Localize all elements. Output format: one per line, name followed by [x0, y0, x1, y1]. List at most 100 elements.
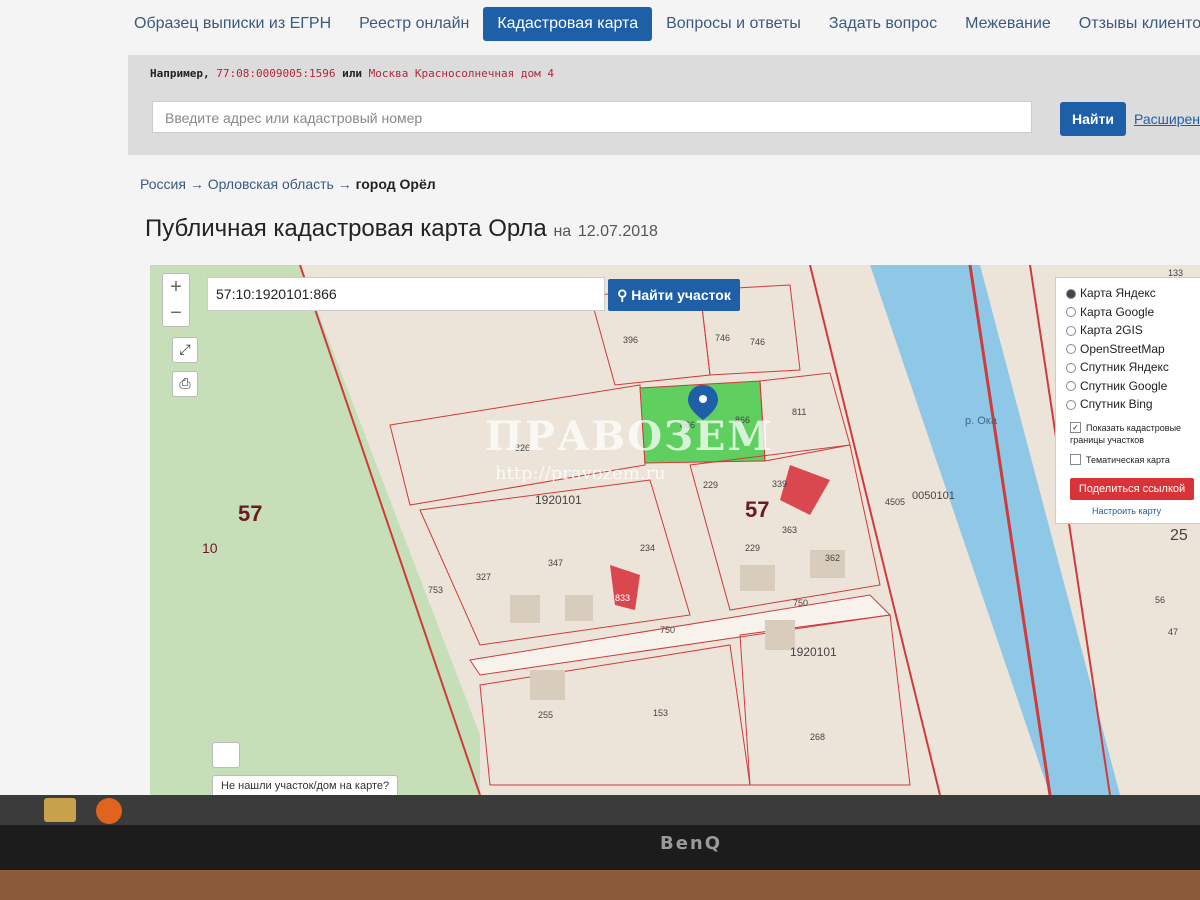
not-found-button[interactable]: Не нашли участок/дом на карте?: [212, 775, 399, 795]
parcel-label: 347: [548, 558, 564, 568]
map-canvas[interactable]: [150, 265, 1200, 795]
parcel-label: 363: [782, 525, 798, 535]
find-button[interactable]: Найти: [1060, 102, 1126, 136]
layer-label: Карта 2GIS: [1080, 323, 1143, 337]
thematic-map-checkbox[interactable]: Тематическая карта: [1056, 453, 1200, 466]
parcel-label: 327: [476, 572, 492, 582]
setup-map-link[interactable]: Настроить карту: [1092, 506, 1161, 516]
layer-option-yandex-satellite[interactable]: Спутник Яндекс: [1056, 358, 1200, 377]
firefox-icon[interactable]: [96, 798, 122, 824]
nav-item-land-survey[interactable]: Межевание: [951, 7, 1065, 41]
parcel-label: 56: [1155, 595, 1166, 605]
share-link-button[interactable]: Поделиться ссылкой: [1070, 478, 1194, 500]
page-title: Публичная кадастровая карта Орла на 12.0…: [145, 215, 658, 243]
show-borders-checkbox[interactable]: ✓ Показать кадастровые границы участков: [1056, 421, 1200, 446]
layer-switcher: Карта Яндекс Карта Google Карта 2GIS Ope…: [1055, 277, 1200, 524]
parcel-label: 396: [623, 335, 639, 345]
search-panel: Например, 77:08:0009005:1596 или Москва …: [128, 55, 1200, 155]
search-icon: ⚲: [617, 287, 628, 303]
layer-option-yandex-map[interactable]: Карта Яндекс: [1056, 284, 1200, 303]
layer-label: Карта Яндекс: [1080, 286, 1156, 300]
breadcrumb-arrow: →: [337, 176, 352, 192]
layer-option-osm[interactable]: OpenStreetMap: [1056, 340, 1200, 359]
parcel-label: 746: [750, 337, 766, 347]
cadastral-map[interactable]: 57 10 57 396 746 746 811 826 866 866 229…: [150, 265, 1200, 795]
breadcrumb-arrow: →: [189, 176, 204, 192]
radio-icon: [1066, 381, 1076, 392]
parcel-label: 47: [1168, 627, 1179, 637]
radio-icon: [1066, 344, 1076, 355]
nav-item-registry-online[interactable]: Реестр онлайн: [345, 7, 483, 41]
building: [565, 595, 593, 621]
parcel-label: 268: [810, 732, 826, 742]
nav-item-ask-question[interactable]: Задать вопрос: [815, 7, 951, 41]
building: [510, 595, 540, 623]
layer-option-google-map[interactable]: Карта Google: [1056, 303, 1200, 322]
example-address: Москва Красносолнечная дом 4: [368, 67, 555, 80]
nav-item-egrn-sample[interactable]: Образец выписки из ЕГРН: [120, 7, 345, 41]
parcel-label: 1920101: [790, 645, 837, 659]
find-parcel-button[interactable]: ⚲ Найти участок: [608, 279, 740, 311]
fullscreen-icon[interactable]: ⤢: [172, 337, 198, 363]
street-label: 750: [660, 625, 676, 635]
parcel-label: 811: [792, 407, 807, 417]
print-icon[interactable]: ⎙: [172, 371, 198, 397]
river-label: р. Ока: [965, 415, 997, 427]
browser-screen: Образец выписки из ЕГРН Реестр онлайн Ка…: [0, 0, 1200, 795]
building-red: [780, 465, 830, 515]
parcel-label: 234: [640, 543, 656, 553]
nav-item-faq[interactable]: Вопросы и ответы: [652, 7, 815, 41]
parcel-label: 746: [715, 333, 731, 343]
page-title-date-prefix: на: [553, 223, 572, 240]
parcel-label: 0050101: [912, 490, 955, 502]
building-red: [610, 565, 640, 610]
parcel-label: 362: [825, 553, 841, 563]
monitor-brand: BenQ: [660, 833, 723, 854]
folder-icon[interactable]: [44, 798, 76, 822]
example-number: 77:08:0009005:1596: [216, 67, 336, 80]
example-prefix: Например,: [150, 67, 210, 80]
layer-label: Спутник Яндекс: [1080, 360, 1169, 374]
show-borders-label: Показать кадастровые границы участков: [1070, 422, 1182, 445]
radio-icon: [1066, 362, 1076, 373]
desk: [0, 870, 1200, 900]
thematic-map-label: Тематическая карта: [1086, 454, 1170, 465]
checkbox-checked-icon: ✓: [1070, 421, 1081, 433]
layer-option-bing-satellite[interactable]: Спутник Bing: [1056, 395, 1200, 414]
extended-search-link[interactable]: Расширен: [1134, 111, 1200, 127]
layer-option-2gis[interactable]: Карта 2GIS: [1056, 321, 1200, 340]
parcel-label: 4505: [885, 497, 906, 507]
zoom-out-button[interactable]: −: [163, 300, 189, 326]
radio-icon: [1066, 399, 1076, 410]
breadcrumb-country[interactable]: Россия: [140, 176, 186, 192]
breadcrumb-city: город Орёл: [355, 176, 436, 192]
breadcrumb-region[interactable]: Орловская область: [208, 176, 334, 192]
find-parcel-label: Найти участок: [631, 287, 731, 303]
address-search-input[interactable]: Введите адрес или кадастровый номер: [152, 101, 1032, 133]
example-or: или: [342, 67, 362, 80]
radio-icon: [1066, 325, 1076, 336]
nav-item-cadastral-map[interactable]: Кадастровая карта: [483, 7, 653, 41]
zoom-control: + −: [162, 273, 190, 327]
map-quarter-label: 57: [238, 501, 263, 526]
map-quarter-label: 57: [745, 497, 770, 522]
taskbar: [0, 795, 1200, 825]
parcel-label: 339: [772, 479, 788, 489]
radio-icon: [1066, 307, 1076, 318]
street-label: 753: [428, 585, 444, 595]
parcel-label: 25: [1170, 527, 1188, 544]
page-title-text: Публичная кадастровая карта Орла: [145, 215, 547, 242]
layer-label: OpenStreetMap: [1080, 341, 1165, 356]
map-district-label: 10: [202, 540, 218, 556]
layer-option-google-satellite[interactable]: Спутник Google: [1056, 377, 1200, 396]
layers-icon[interactable]: [212, 742, 240, 768]
zoom-in-button[interactable]: +: [163, 274, 189, 300]
search-example: Например, 77:08:0009005:1596 или Москва …: [150, 67, 554, 80]
checkbox-icon: [1070, 453, 1081, 465]
page-title-date: 12.07.2018: [577, 223, 658, 240]
layer-label: Спутник Bing: [1080, 397, 1153, 411]
cadastral-number-input[interactable]: 57:10:1920101:866: [207, 277, 605, 311]
nav-item-reviews[interactable]: Отзывы клиентов: [1065, 7, 1200, 41]
parcel-label: 255: [538, 710, 554, 720]
parcel-label: 229: [745, 543, 761, 553]
